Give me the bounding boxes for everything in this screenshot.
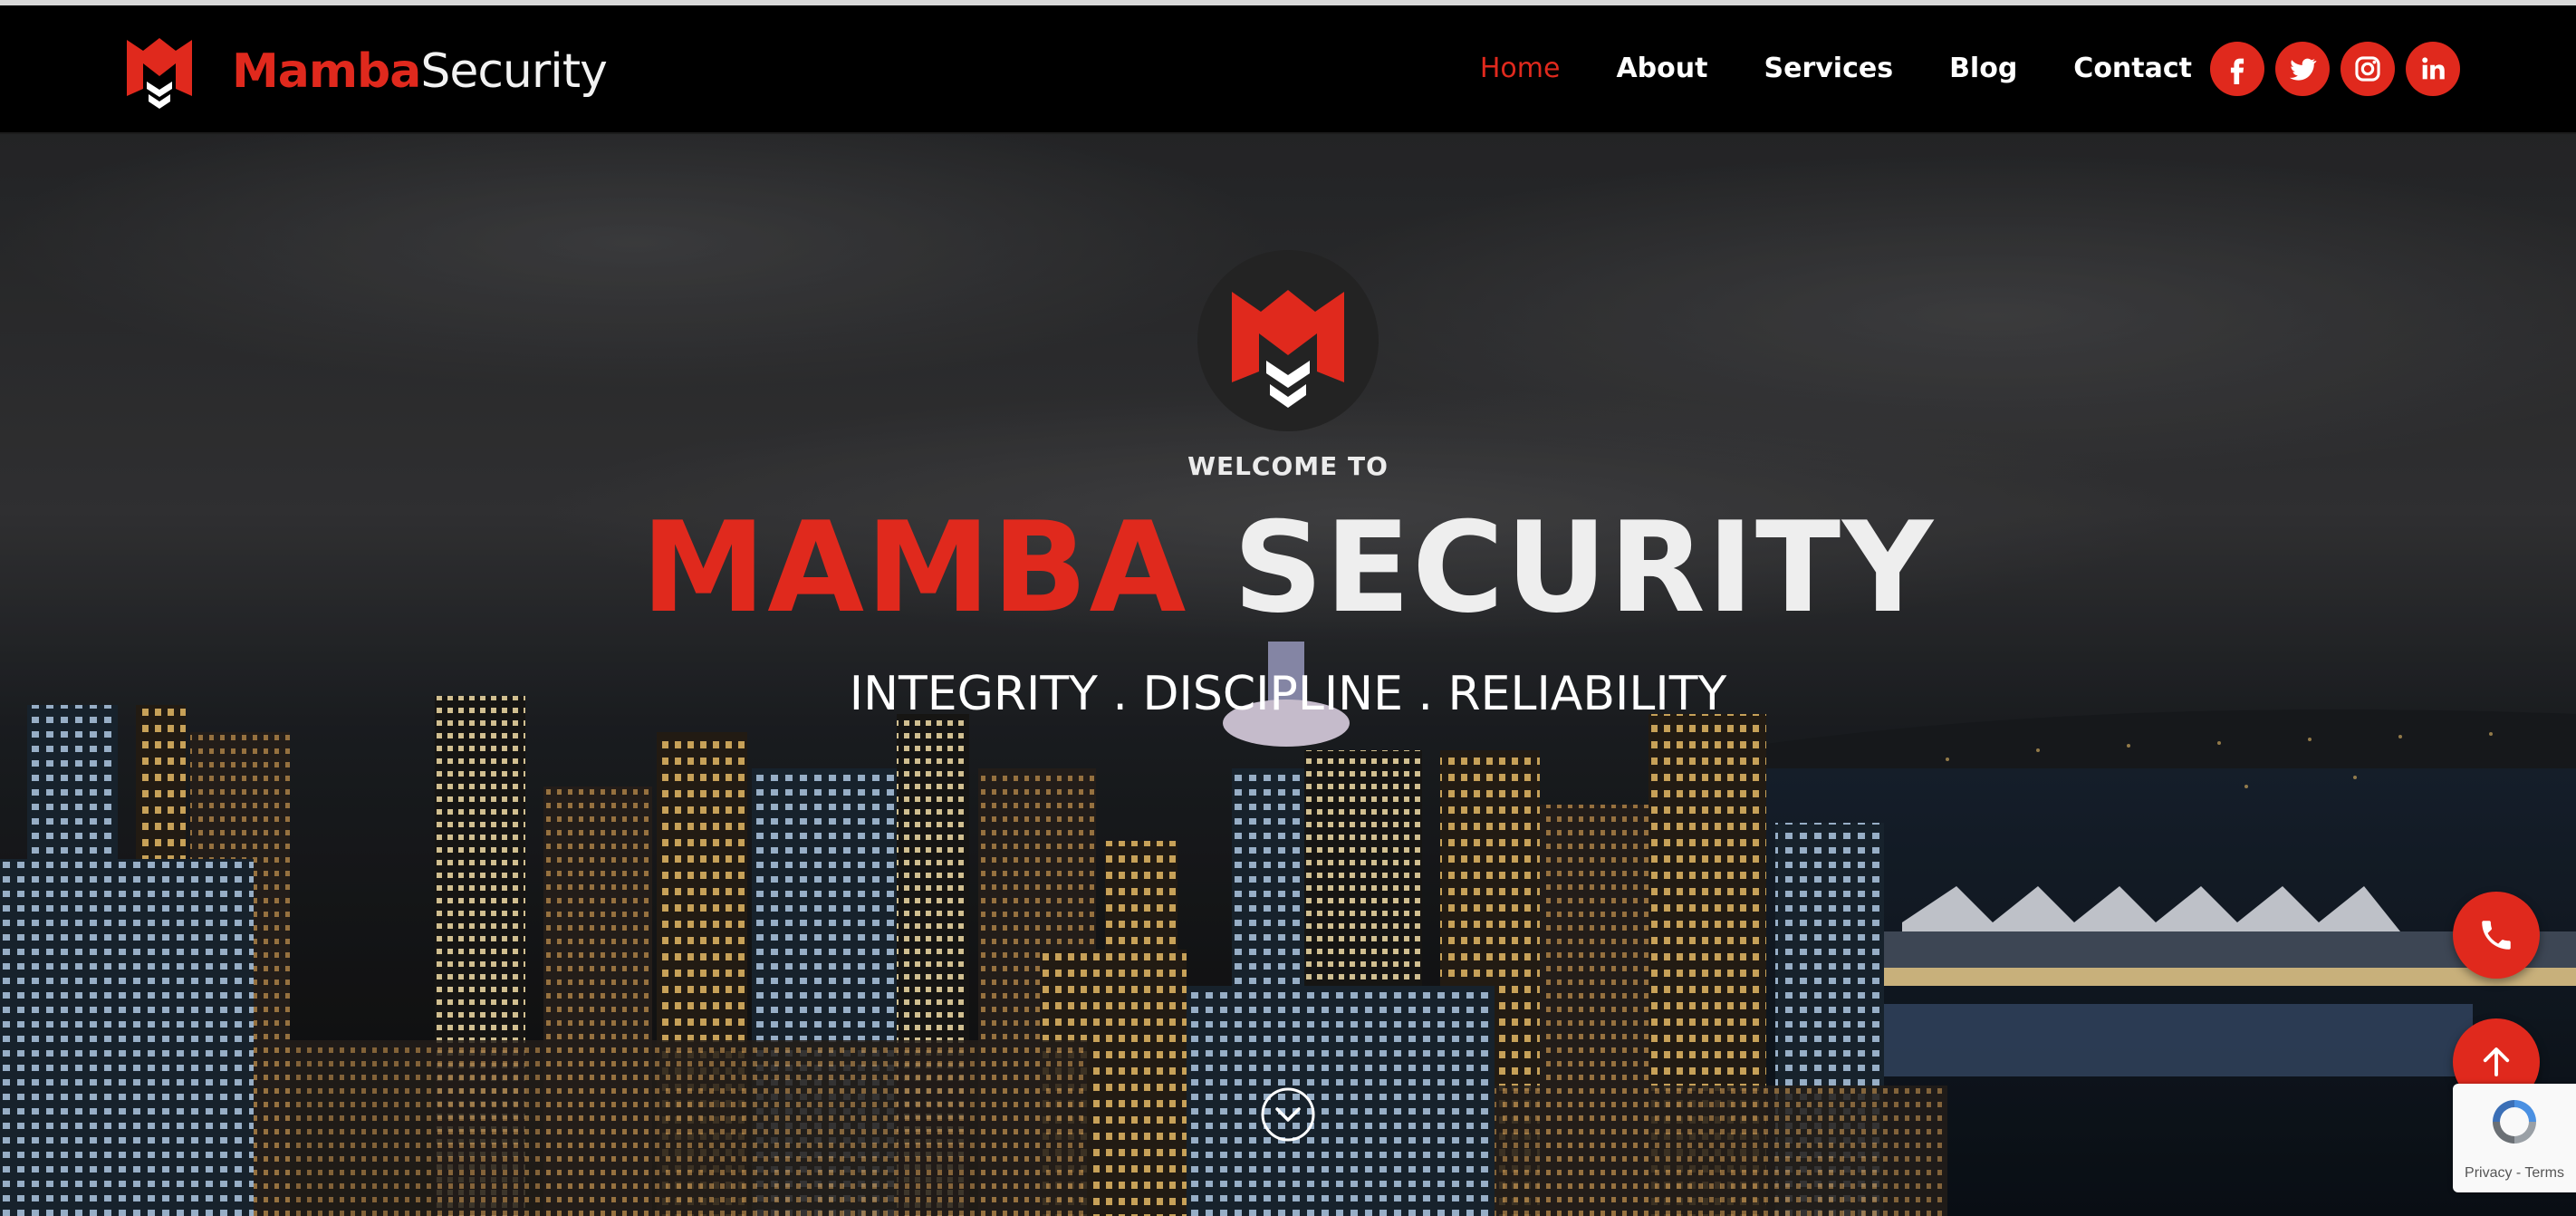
recaptcha-terms-link[interactable]: Terms: [2524, 1165, 2564, 1181]
brand-logo-link[interactable]: MambaSecurity: [123, 33, 608, 111]
instagram-icon: [2355, 56, 2380, 82]
nav-contact[interactable]: Contact: [2073, 53, 2192, 84]
nav-home[interactable]: Home: [1480, 53, 1561, 84]
recaptcha-badge: Privacy - Terms: [2453, 1084, 2576, 1192]
recaptcha-privacy-link[interactable]: Privacy: [2465, 1165, 2512, 1181]
nav-blog[interactable]: Blog: [1949, 53, 2017, 84]
social-links: [2210, 42, 2460, 96]
nav-services[interactable]: Services: [1764, 53, 1893, 84]
mamba-logo-icon: [127, 38, 192, 109]
linkedin-icon: [2422, 57, 2445, 80]
hero-section: WELCOME TO MAMBA SECURITY INTEGRITY . DI…: [0, 134, 2576, 1216]
instagram-link[interactable]: [2341, 42, 2395, 96]
linkedin-link[interactable]: [2406, 42, 2460, 96]
navbar: MambaSecurity Home About Services Blog C…: [0, 5, 2576, 134]
twitter-icon: [2289, 58, 2317, 81]
hero-title: MAMBA SECURITY: [640, 495, 1936, 641]
hero-logo-badge-icon: [1197, 250, 1379, 431]
hero-tagline: INTEGRITY . DISCIPLINE . RELIABILITY: [849, 667, 1727, 721]
facebook-icon: [2230, 58, 2244, 84]
arrow-up-icon: [2483, 1047, 2510, 1076]
facebook-link[interactable]: [2210, 42, 2264, 96]
main-nav: Home About Services Blog Contact: [1480, 53, 2192, 84]
recaptcha-links: Privacy - Terms: [2465, 1165, 2564, 1181]
nav-about[interactable]: About: [1616, 53, 1707, 84]
welcome-text: WELCOME TO: [1187, 451, 1389, 481]
brand-name: MambaSecurity: [232, 44, 608, 99]
call-button[interactable]: [2453, 892, 2540, 979]
twitter-link[interactable]: [2275, 42, 2330, 96]
chevron-down-circle-icon[interactable]: [1259, 1086, 1317, 1144]
recaptcha-icon: [2493, 1100, 2536, 1144]
phone-icon: [2482, 921, 2511, 950]
